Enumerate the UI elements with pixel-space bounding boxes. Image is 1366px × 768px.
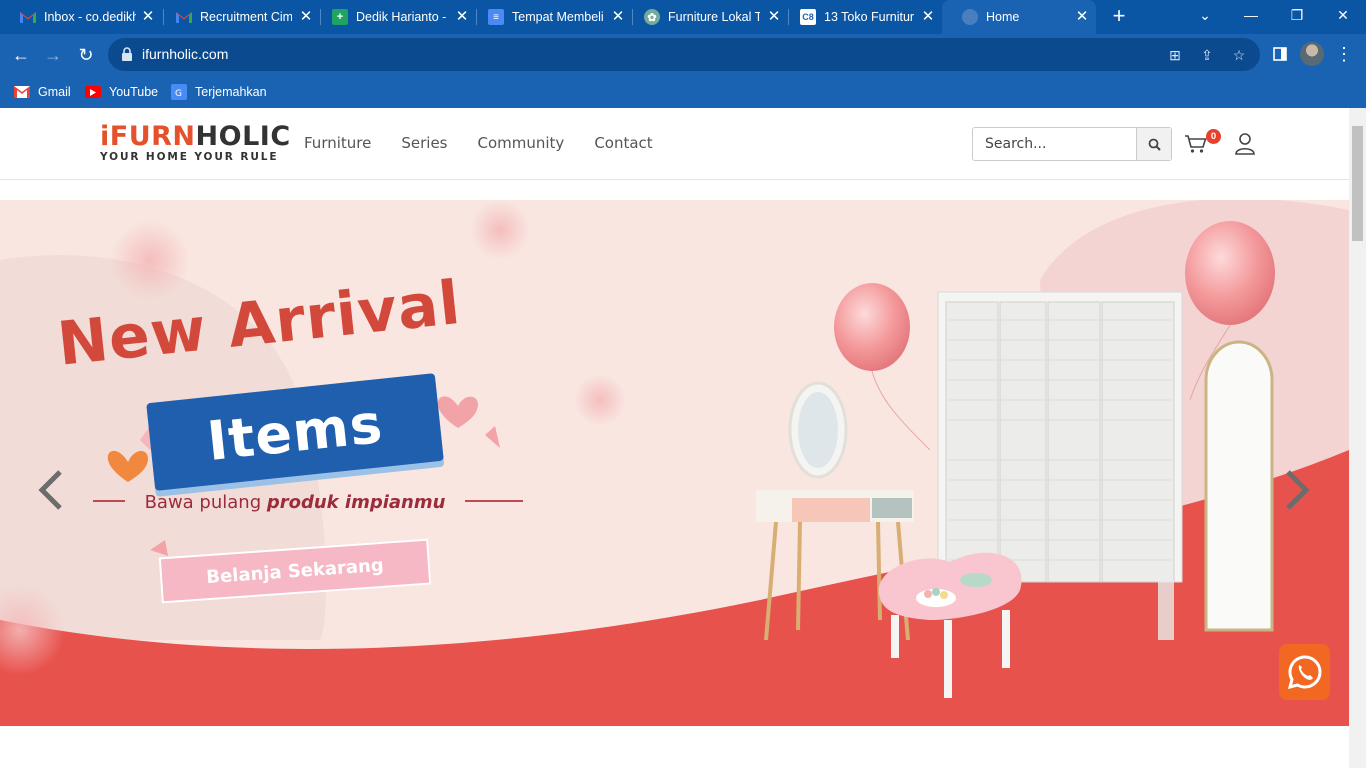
site-logo[interactable]: iFURNHOLIC YOUR HOME YOUR RULE (100, 122, 291, 164)
menu-item-series[interactable]: Series (401, 134, 447, 152)
close-icon[interactable]: ✕ (1074, 9, 1090, 25)
c-icon: C8 (800, 9, 816, 25)
translate-icon: G (171, 84, 187, 100)
address-bar[interactable]: ifurnholic.com ⊞ ⇪ ☆ (108, 38, 1260, 71)
sheets-icon: + (332, 9, 348, 25)
bookmarks-bar: Gmail YouTube G Terjemahkan (0, 75, 1366, 108)
whatsapp-button[interactable] (1279, 644, 1330, 700)
side-panel-icon[interactable] (1268, 42, 1292, 66)
scroll-thumb[interactable] (1352, 126, 1363, 241)
tab-tempat-membeli[interactable]: ≡ Tempat Membeli ✕ (468, 0, 632, 34)
tab-search-icon[interactable]: ⌄ (1182, 0, 1228, 30)
youtube-icon (85, 86, 101, 98)
menu-item-contact[interactable]: Contact (594, 134, 652, 152)
tab-13-toko-furniture[interactable]: C8 13 Toko Furnitur ✕ (780, 0, 942, 34)
svg-text:G: G (175, 89, 182, 97)
tab-inbox[interactable]: Inbox - co.dedikh ✕ (0, 0, 162, 34)
translate-icon[interactable]: ⊞ (1166, 46, 1184, 64)
reload-icon[interactable]: ↻ (73, 42, 99, 68)
restore-icon[interactable]: ❐ (1274, 0, 1320, 30)
whatsapp-icon (1287, 655, 1321, 690)
hero-banner[interactable]: New Arrival Items Bawa pulang produk imp… (0, 200, 1349, 726)
chatgpt-icon: ✿ (644, 9, 660, 25)
close-icon[interactable]: ✕ (140, 9, 156, 25)
carousel-next-icon[interactable] (1284, 468, 1312, 512)
search-input[interactable] (973, 128, 1137, 160)
tab-home[interactable]: Home ✕ (942, 0, 1096, 34)
cart-icon[interactable] (1184, 134, 1208, 154)
site-header: iFURNHOLIC YOUR HOME YOUR RULE Furniture… (0, 108, 1349, 180)
page-scrollbar[interactable] (1349, 108, 1366, 768)
logo-tagline: YOUR HOME YOUR RULE (100, 151, 279, 163)
menu-item-furniture[interactable]: Furniture (304, 134, 371, 152)
forward-icon[interactable]: → (40, 42, 66, 68)
browser-toolbar: ← → ↻ ifurnholic.com ⊞ ⇪ ☆ ⋮ (0, 34, 1366, 75)
banner-tagline: Bawa pulang produk impianmu (144, 492, 446, 513)
gmail-icon (14, 86, 30, 98)
back-icon[interactable]: ← (8, 42, 34, 68)
carousel-prev-icon[interactable] (36, 468, 64, 512)
tab-recruitment[interactable]: Recruitment Cimb ✕ (156, 0, 320, 34)
docs-icon: ≡ (488, 9, 504, 25)
close-icon[interactable]: ✕ (920, 9, 936, 25)
new-tab-button[interactable]: + (1108, 5, 1130, 27)
close-window-icon[interactable]: ✕ (1320, 0, 1366, 30)
minimize-icon[interactable]: — (1228, 0, 1274, 30)
search-icon (1148, 138, 1161, 151)
globe-icon (962, 9, 978, 25)
bookmark-youtube[interactable]: YouTube (85, 83, 158, 101)
url-text: ifurnholic.com (142, 46, 229, 62)
bookmark-terjemahkan[interactable]: G Terjemahkan (171, 83, 267, 101)
bookmark-gmail[interactable]: Gmail (14, 83, 71, 101)
profile-avatar[interactable] (1300, 42, 1324, 66)
page-viewport: iFURNHOLIC YOUR HOME YOUR RULE Furniture… (0, 108, 1366, 768)
search-box (972, 127, 1172, 161)
tab-dedik-harianto[interactable]: + Dedik Harianto - ✕ (312, 0, 476, 34)
menu-kebab-icon[interactable]: ⋮ (1332, 42, 1356, 66)
gmail-icon (20, 9, 36, 25)
search-button[interactable] (1136, 128, 1171, 160)
share-icon[interactable]: ⇪ (1198, 46, 1216, 64)
star-icon[interactable]: ☆ (1230, 46, 1248, 64)
gmail-icon (176, 9, 192, 25)
cart-count-badge: 0 (1206, 129, 1221, 144)
main-menu: Furniture Series Community Contact (304, 134, 683, 152)
lock-icon (122, 47, 132, 61)
tab-furniture-lokal[interactable]: ✿ Furniture Lokal T ✕ (624, 0, 788, 34)
tab-strip: Inbox - co.dedikh ✕ Recruitment Cimb ✕ +… (0, 0, 1366, 34)
menu-item-community[interactable]: Community (478, 134, 565, 152)
user-icon[interactable] (1234, 132, 1256, 156)
